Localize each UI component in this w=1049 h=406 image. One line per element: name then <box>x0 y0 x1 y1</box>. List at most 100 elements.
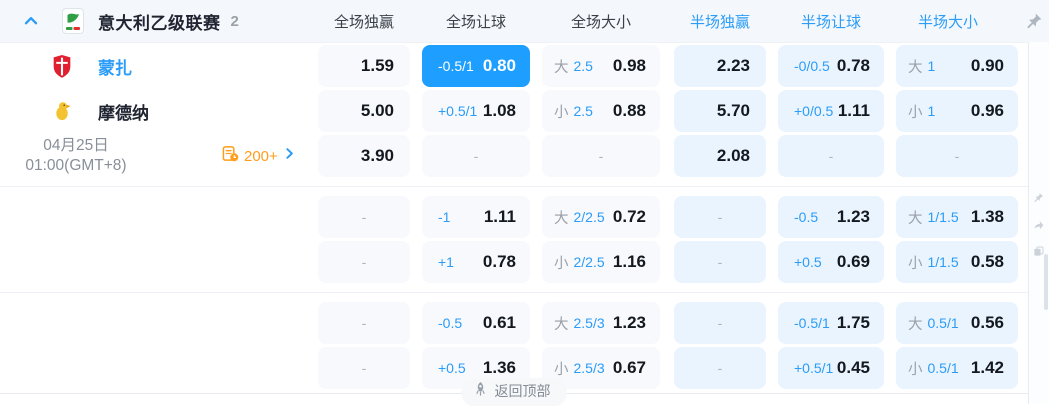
odds-cell[interactable]: -0.5/1 1.75 <box>778 302 884 344</box>
copy-icon[interactable] <box>1033 244 1044 262</box>
odds-cell[interactable]: -0.5 0.61 <box>422 302 530 344</box>
over-under-line: 大1 <box>908 56 935 77</box>
odds-cell[interactable]: 大 2.5/3 1.23 <box>542 302 660 344</box>
column-header-ht-handicap[interactable]: 半场让球 <box>778 0 884 42</box>
over-under-side: 大 <box>554 316 569 333</box>
odds-cell[interactable]: -0.5/1 0.80 <box>422 45 530 87</box>
odds-value: 1.23 <box>836 207 870 226</box>
goal-line: 1 <box>927 103 936 119</box>
odds-cell[interactable]: 小 2.5 0.88 <box>542 90 660 132</box>
odds-cell[interactable]: +1 0.78 <box>422 241 530 283</box>
odds-value: 0.61 <box>482 313 516 332</box>
no-odds-dash: - <box>954 148 960 164</box>
odds-cell[interactable]: 大 2/2.5 0.72 <box>542 196 660 238</box>
share-icon[interactable] <box>1033 217 1044 235</box>
handicap-line: +1 <box>438 254 454 270</box>
more-markets-link[interactable]: 200+ <box>222 145 296 167</box>
over-under-side: 小 <box>554 255 569 272</box>
odds-cell[interactable]: 2.08 <box>674 135 766 177</box>
odds-cell[interactable]: 3.90 <box>318 135 410 177</box>
away-team-name[interactable]: 摩德纳 <box>98 99 149 124</box>
pin-icon[interactable] <box>1025 12 1043 30</box>
empty-odds-cell: - <box>778 135 884 177</box>
home-team-badge-icon <box>50 53 74 79</box>
chevron-right-icon <box>283 147 296 165</box>
over-under-side: 大 <box>908 316 923 333</box>
odds-row: - -1 1.11 大 2/2.5 0.72- -0.5 1.23 大 1/1.5 1.38 <box>0 196 1028 238</box>
odds-value: 0.72 <box>612 207 646 226</box>
odds-value: 1.11 <box>837 101 870 120</box>
handicap-line: +0.5/1 <box>438 103 478 119</box>
odds-group: - -1 1.11 大 2/2.5 0.72- -0.5 1.23 大 1/1.5 1.38- +1 0… <box>0 187 1028 293</box>
match-date: 04月25日 <box>43 137 109 154</box>
column-header-ft-overunder[interactable]: 全场大小 <box>542 0 660 42</box>
column-header-ft-1x2[interactable]: 全场独赢 <box>318 0 410 42</box>
odds-row: 摩德纳 5.00 +0.5/1 1.08 小 2.5 0.88 5.70 +0/0.5 1.11 小… <box>0 90 1028 132</box>
handicap-line: -0.5/1 <box>794 315 830 331</box>
over-under-line: 小1 <box>908 101 935 122</box>
odds-cell[interactable]: 大 1 0.90 <box>896 45 1018 87</box>
odds-value: 1.38 <box>970 207 1004 226</box>
over-under-line: 小 0.5/1 <box>908 358 959 379</box>
odds-cell[interactable]: +0/0.5 1.11 <box>778 90 884 132</box>
away-team-badge-icon <box>50 98 74 124</box>
over-under-side: 小 <box>554 104 569 121</box>
odds-cell[interactable]: 2.23 <box>674 45 766 87</box>
odds-cell[interactable]: 大 2.5 0.98 <box>542 45 660 87</box>
no-odds-dash: - <box>717 254 723 270</box>
odds-cell[interactable]: 1.59 <box>318 45 410 87</box>
league-name[interactable]: 意大利乙级联赛 <box>98 9 221 34</box>
column-header-ht-1x2[interactable]: 半场独赢 <box>674 0 766 42</box>
over-under-side: 大 <box>554 59 569 76</box>
column-header-ht-overunder[interactable]: 半场大小 <box>896 0 1018 42</box>
odds-cell[interactable]: -0.5 1.23 <box>778 196 884 238</box>
odds-cell[interactable]: 小 2/2.5 1.16 <box>542 241 660 283</box>
no-odds-dash: - <box>361 315 367 331</box>
over-under-line: 小 2.5 <box>554 101 593 122</box>
odds-cell[interactable]: 小 1/1.5 0.58 <box>896 241 1018 283</box>
odds-cell[interactable]: 大 1/1.5 1.38 <box>896 196 1018 238</box>
odds-cell[interactable]: 5.70 <box>674 90 766 132</box>
odds-value: 5.00 <box>360 101 394 120</box>
handicap-line: +0.5 <box>438 360 466 376</box>
odds-cell[interactable]: 5.00 <box>318 90 410 132</box>
odds-value: 1.36 <box>482 358 516 377</box>
odds-cell[interactable]: -0/0.5 0.78 <box>778 45 884 87</box>
goal-line: 1 <box>927 58 936 74</box>
no-odds-dash: - <box>598 148 604 164</box>
markets-count-icon <box>222 145 239 167</box>
home-team-name[interactable]: 蒙扎 <box>98 54 132 79</box>
empty-odds-cell: - <box>422 135 530 177</box>
handicap-line: -0.5 <box>794 209 819 225</box>
over-under-side: 小 <box>908 361 923 378</box>
collapse-chevron-up-icon[interactable] <box>22 12 40 30</box>
goal-line: 2.5 <box>573 103 593 119</box>
rocket-icon <box>474 381 488 401</box>
scrollbar-thumb[interactable] <box>1044 254 1048 310</box>
empty-odds-cell: - <box>674 241 766 283</box>
goal-line: 1/1.5 <box>927 254 959 270</box>
over-under-side: 小 <box>908 255 923 272</box>
odds-value: 1.42 <box>970 358 1004 377</box>
goal-line: 0.5/1 <box>927 315 959 331</box>
handicap-line: -0.5/1 <box>438 58 474 74</box>
over-under-line: 大 2/2.5 <box>554 207 605 228</box>
odds-value: 0.88 <box>612 101 646 120</box>
odds-cell[interactable]: -1 1.11 <box>422 196 530 238</box>
league-header: 意大利乙级联赛 2 全场独赢 全场让球 全场大小 半场独赢 半场让球 半场大小 <box>0 0 1049 43</box>
odds-cell[interactable]: +0.5/1 1.08 <box>422 90 530 132</box>
pin-icon-small[interactable] <box>1033 190 1044 208</box>
odds-cell[interactable]: 大 0.5/1 0.56 <box>896 302 1018 344</box>
back-to-top-button[interactable]: 返回顶部 <box>461 378 567 406</box>
match-time: 01:00(GMT+8) <box>25 157 127 174</box>
empty-left-cell <box>0 302 318 344</box>
no-odds-dash: - <box>361 360 367 376</box>
odds-cell[interactable]: +0.5 0.69 <box>778 241 884 283</box>
odds-value: 1.16 <box>612 252 646 271</box>
over-under-side: 大 <box>908 210 923 227</box>
odds-group: 蒙扎 1.59 -0.5/1 0.80 大 2.5 0.98 2.23 -0/0.5 0.78 大 1… <box>0 42 1028 187</box>
footer: 返回顶部 <box>0 378 1028 406</box>
over-under-side: 大 <box>908 59 923 76</box>
column-header-ft-handicap[interactable]: 全场让球 <box>422 0 530 42</box>
odds-cell[interactable]: 小 1 0.96 <box>896 90 1018 132</box>
